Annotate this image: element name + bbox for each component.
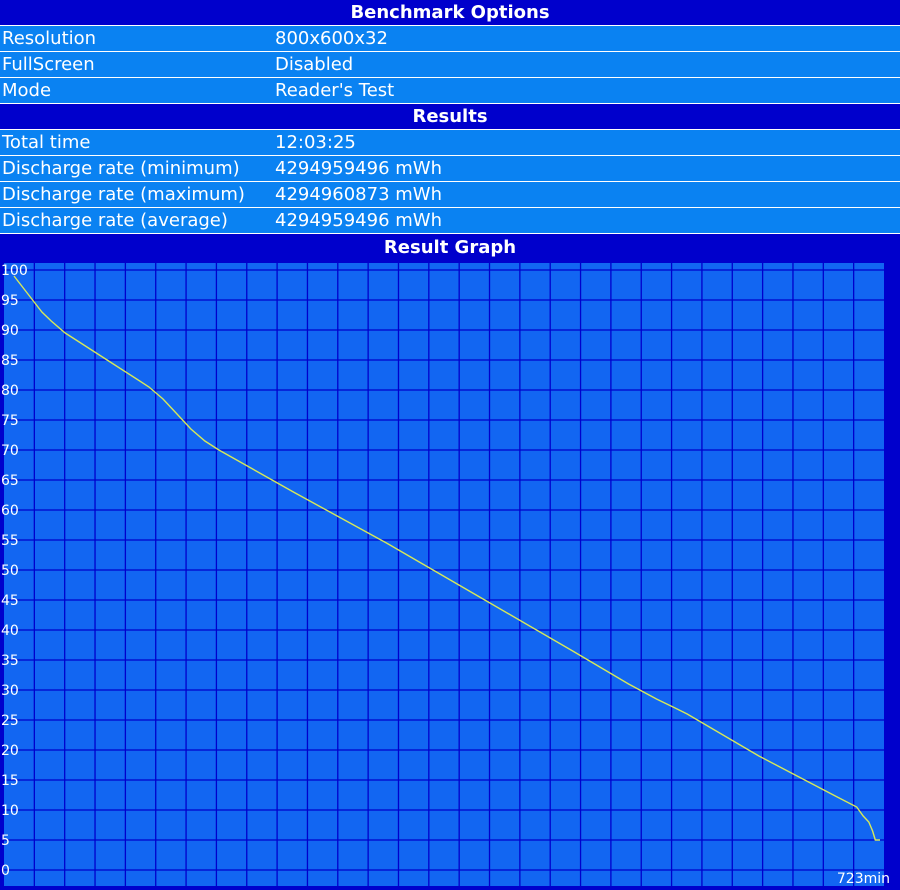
y-tick-label: 35 xyxy=(1,653,19,669)
result-value: 4294959496 mWh xyxy=(275,158,442,179)
option-label: Mode xyxy=(2,80,52,101)
y-tick-label: 20 xyxy=(1,743,19,759)
option-row-fullscreen: FullScreen Disabled xyxy=(0,52,900,77)
option-value: Disabled xyxy=(275,54,354,75)
result-row-discharge-max: Discharge rate (maximum) 4294960873 mWh xyxy=(0,182,900,207)
result-value: 4294959496 mWh xyxy=(275,210,442,231)
y-tick-label: 60 xyxy=(1,503,19,519)
result-graph: 100 95 90 85 80 75 70 65 60 55 50 45 40 35 30 25 20 15 10 5… xyxy=(0,260,900,890)
y-tick-label: 85 xyxy=(1,353,19,369)
y-tick-label: 50 xyxy=(1,563,19,579)
benchmark-options-header: Benchmark Options xyxy=(0,0,900,25)
y-tick-label: 65 xyxy=(1,473,19,489)
result-value: 12:03:25 xyxy=(275,132,356,153)
result-row-discharge-avg: Discharge rate (average) 4294959496 mWh xyxy=(0,208,900,233)
option-label: FullScreen xyxy=(2,54,95,75)
results-header: Results xyxy=(0,104,900,129)
y-tick-label: 25 xyxy=(1,713,19,729)
y-tick-label: 40 xyxy=(1,623,19,639)
result-label: Discharge rate (average) xyxy=(2,210,228,231)
result-row-discharge-min: Discharge rate (minimum) 4294959496 mWh xyxy=(0,156,900,181)
y-tick-label: 70 xyxy=(1,443,19,459)
plot-area xyxy=(4,263,884,886)
y-tick-label: 90 xyxy=(1,323,19,339)
y-tick-label: 30 xyxy=(1,683,19,699)
y-tick-label: 75 xyxy=(1,413,19,429)
result-label: Discharge rate (maximum) xyxy=(2,184,245,205)
y-tick-label: 80 xyxy=(1,383,19,399)
y-tick-label: 5 xyxy=(1,833,10,849)
y-tick-label: 0 xyxy=(1,863,10,879)
option-value: Reader's Test xyxy=(275,80,395,101)
y-tick-label: 45 xyxy=(1,593,19,609)
option-label: Resolution xyxy=(2,28,97,49)
y-tick-label: 10 xyxy=(1,803,19,819)
option-row-resolution: Resolution 800x600x32 xyxy=(0,26,900,51)
result-graph-header: Result Graph xyxy=(0,234,900,260)
y-tick-label: 55 xyxy=(1,533,19,549)
result-row-total-time: Total time 12:03:25 xyxy=(0,130,900,155)
y-tick-label: 15 xyxy=(1,773,19,789)
result-label: Total time xyxy=(2,132,91,153)
result-label: Discharge rate (minimum) xyxy=(2,158,240,179)
x-axis-end-label: 723min xyxy=(837,871,890,887)
option-row-mode: Mode Reader's Test xyxy=(0,78,900,103)
option-value: 800x600x32 xyxy=(275,28,388,49)
results-section: Results Total time 12:03:25 Discharge ra… xyxy=(0,104,900,233)
y-tick-label: 95 xyxy=(1,293,19,309)
benchmark-options-section: Benchmark Options Resolution 800x600x32 … xyxy=(0,0,900,103)
result-graph-chart: 1009590858075706560555045403530252015105… xyxy=(1,263,890,887)
result-value: 4294960873 mWh xyxy=(275,184,442,205)
